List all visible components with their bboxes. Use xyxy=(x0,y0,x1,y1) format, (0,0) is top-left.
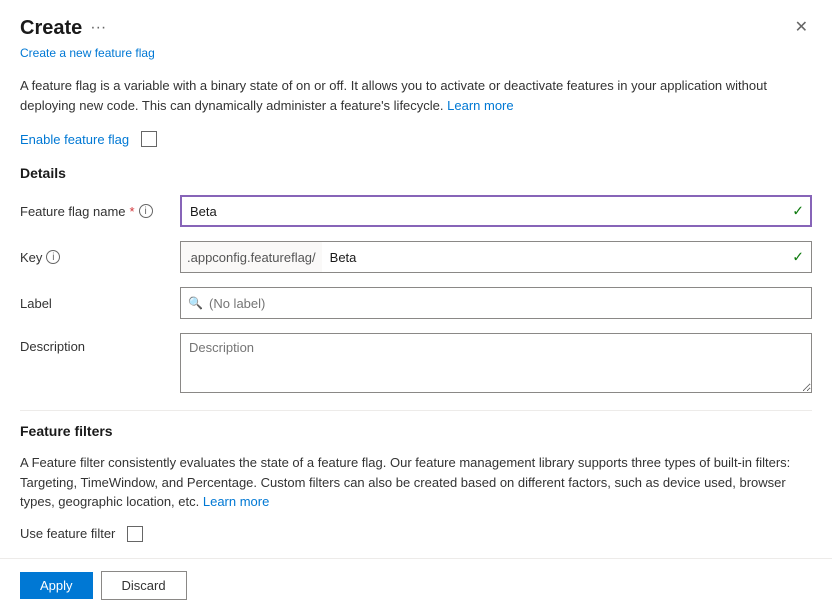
create-feature-flag-dialog: Create ··· ✕ Create a new feature flag A… xyxy=(0,0,832,616)
key-info-icon[interactable]: i xyxy=(46,250,60,264)
dialog-header: Create ··· ✕ xyxy=(0,0,832,44)
feature-filters-section: Feature filters A Feature filter consist… xyxy=(20,410,812,542)
check-icon-name: ✓ xyxy=(792,203,804,220)
check-icon-key: ✓ xyxy=(792,249,804,266)
key-input[interactable] xyxy=(322,241,812,273)
enable-feature-flag-row: Enable feature flag xyxy=(20,131,812,147)
use-feature-filter-checkbox[interactable] xyxy=(127,526,143,542)
details-section-title: Details xyxy=(20,165,812,181)
description-wrapper xyxy=(180,333,812,396)
intro-description: A feature flag is a variable with a bina… xyxy=(20,72,812,115)
key-row: Key i .appconfig.featureflag/ ✓ xyxy=(20,241,812,273)
use-feature-filter-label: Use feature filter xyxy=(20,526,115,541)
key-input-row: .appconfig.featureflag/ ✓ xyxy=(180,241,812,273)
feature-flag-name-row: Feature flag name * i ✓ xyxy=(20,195,812,227)
label-input[interactable] xyxy=(180,287,812,319)
required-star: * xyxy=(130,204,135,219)
label-row: Label 🔍 xyxy=(20,287,812,319)
label-wrapper: 🔍 xyxy=(180,287,812,319)
feature-flag-name-info-icon[interactable]: i xyxy=(139,204,153,218)
description-row: Description xyxy=(20,333,812,396)
label-label: Label xyxy=(20,296,180,311)
key-label: Key i xyxy=(20,250,180,265)
enable-feature-flag-label: Enable feature flag xyxy=(20,132,129,147)
description-label: Description xyxy=(20,333,180,354)
more-options-icon[interactable]: ··· xyxy=(90,19,106,37)
search-icon: 🔍 xyxy=(188,296,203,310)
header-left: Create ··· xyxy=(20,17,106,40)
key-prefix: .appconfig.featureflag/ xyxy=(180,241,322,273)
apply-button[interactable]: Apply xyxy=(20,572,93,599)
feature-flag-name-wrapper: ✓ xyxy=(180,195,812,227)
filters-description: A Feature filter consistently evaluates … xyxy=(20,453,812,512)
dialog-footer: Apply Discard xyxy=(0,558,832,616)
dialog-body: A feature flag is a variable with a bina… xyxy=(0,72,832,542)
dialog-title: Create xyxy=(20,17,82,40)
feature-flag-name-label: Feature flag name * i xyxy=(20,204,180,219)
enable-feature-flag-checkbox[interactable] xyxy=(141,131,157,147)
learn-more-link-filters[interactable]: Learn more xyxy=(203,494,269,509)
dialog-subtitle[interactable]: Create a new feature flag xyxy=(0,44,832,72)
feature-flag-name-input[interactable] xyxy=(180,195,812,227)
key-input-wrapper: ✓ xyxy=(322,241,812,273)
close-button[interactable]: ✕ xyxy=(791,16,812,40)
discard-button[interactable]: Discard xyxy=(101,571,187,600)
learn-more-link-intro[interactable]: Learn more xyxy=(447,98,513,113)
use-feature-filter-row: Use feature filter xyxy=(20,526,812,542)
description-textarea[interactable] xyxy=(180,333,812,393)
feature-filters-title: Feature filters xyxy=(20,423,812,439)
